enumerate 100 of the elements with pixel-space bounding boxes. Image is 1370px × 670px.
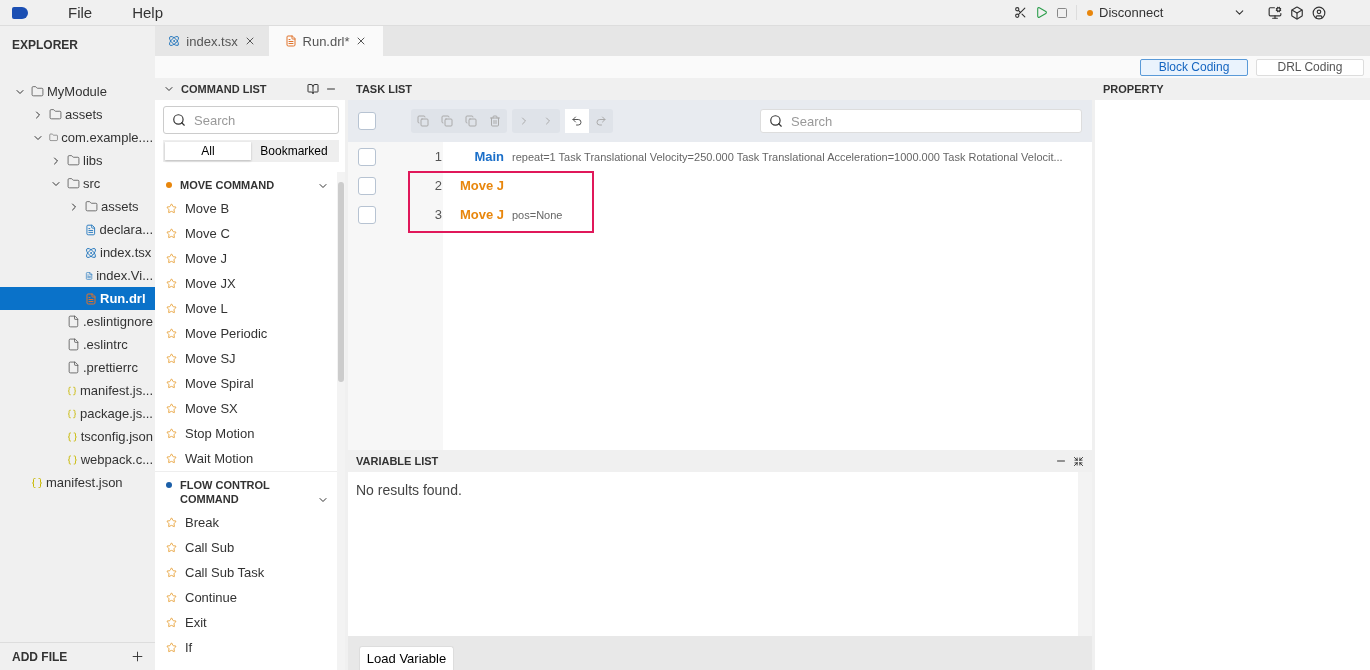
star-icon[interactable] (166, 592, 177, 603)
command-name[interactable]: Main (448, 149, 504, 164)
folder-icon (85, 200, 98, 213)
tree-item[interactable]: libs (0, 149, 155, 172)
star-icon[interactable] (166, 403, 177, 414)
cube-icon[interactable] (1290, 5, 1304, 20)
star-icon[interactable] (166, 617, 177, 628)
folder-icon (31, 85, 44, 98)
checkbox[interactable] (358, 205, 376, 224)
menu-item[interactable]: Help (92, 4, 164, 21)
star-icon[interactable] (166, 642, 177, 653)
command-item[interactable]: Move B (155, 196, 337, 221)
command-item[interactable]: Call Sub (155, 535, 337, 560)
file-icon (67, 338, 80, 351)
mode-toggle[interactable]: DRL Coding (1256, 58, 1364, 76)
command-item[interactable]: Move JX (155, 271, 337, 296)
editor-tab[interactable]: Run.drl* (269, 26, 383, 56)
checkbox[interactable] (358, 176, 376, 195)
tree-item[interactable]: assets (0, 195, 155, 218)
star-icon[interactable] (166, 253, 177, 264)
tree-item[interactable]: .eslintrc (0, 333, 155, 356)
monitor-settings-icon[interactable] (1268, 5, 1282, 20)
braces-icon (67, 453, 78, 466)
command-item[interactable]: Call Sub Task (155, 560, 337, 585)
tree-item[interactable]: package.js... (0, 402, 155, 425)
star-icon[interactable] (166, 453, 177, 464)
command-item[interactable]: Move Periodic (155, 321, 337, 346)
stop-icon[interactable] (1056, 6, 1068, 19)
command-item[interactable]: Continue (155, 585, 337, 610)
star-icon[interactable] (166, 328, 177, 339)
tree-item[interactable]: .prettierrc (0, 356, 155, 379)
command-item[interactable]: Break (155, 510, 337, 535)
star-icon[interactable] (166, 378, 177, 389)
search-field[interactable]: Search (163, 106, 339, 134)
tree-item[interactable]: com.example.... (0, 126, 155, 149)
load-variable-button[interactable]: Load Variable (359, 646, 454, 670)
category-title: MOVE COMMAND (180, 178, 276, 192)
tree-item[interactable]: declara... (0, 218, 155, 241)
star-icon[interactable] (166, 428, 177, 439)
tree-item[interactable]: assets (0, 103, 155, 126)
command-item[interactable]: Move C (155, 221, 337, 246)
search-input[interactable]: Search (789, 112, 1073, 130)
tree-item[interactable]: manifest.json (0, 471, 155, 494)
tree-item[interactable]: manifest.js... (0, 379, 155, 402)
undo-button[interactable] (565, 109, 589, 133)
add-icon[interactable] (130, 649, 145, 664)
scrollbar[interactable] (337, 172, 345, 670)
search-icon (172, 113, 186, 127)
star-icon[interactable] (166, 203, 177, 214)
copy-icon (417, 115, 429, 127)
command-item[interactable]: Move L (155, 296, 337, 321)
command-item[interactable]: If (155, 635, 337, 660)
play-icon[interactable] (1035, 6, 1048, 19)
restore-icon[interactable] (1073, 455, 1084, 467)
braces-icon (67, 384, 78, 397)
tree-item[interactable]: src (0, 172, 155, 195)
star-icon[interactable] (166, 228, 177, 239)
command-item[interactable]: Move J (155, 246, 337, 271)
document-file-icon (284, 35, 297, 47)
star-icon[interactable] (166, 278, 177, 289)
editor-tab[interactable]: index.tsx (155, 26, 269, 56)
command-params: pos=None (511, 208, 563, 221)
tree-item[interactable]: .eslintignore (0, 310, 155, 333)
line-number: 1 (433, 149, 443, 164)
command-item[interactable]: Exit (155, 610, 337, 635)
command-item[interactable]: Wait Motion (155, 446, 337, 471)
book-icon[interactable] (307, 83, 319, 95)
tree-item[interactable]: Run.drl (0, 287, 155, 310)
tree-item[interactable]: MyModule (0, 80, 155, 103)
star-icon[interactable] (166, 567, 177, 578)
connection-dropdown[interactable]: Disconnect (1076, 5, 1246, 20)
star-icon[interactable] (166, 542, 177, 553)
filter-tab[interactable]: All (165, 142, 251, 160)
star-icon[interactable] (166, 303, 177, 314)
search-field[interactable]: Search (760, 109, 1082, 133)
command-item[interactable]: Move Spiral (155, 371, 337, 396)
category-title: FLOW CONTROL COMMAND (180, 478, 271, 506)
user-icon[interactable] (1312, 5, 1326, 20)
menu-item[interactable]: File (28, 4, 93, 21)
trash-icon (489, 115, 501, 127)
command-item[interactable]: Stop Motion (155, 421, 337, 446)
checkbox[interactable] (358, 147, 376, 166)
tree-item[interactable]: index.tsx (0, 241, 155, 264)
filter-tab[interactable]: Bookmarked (251, 142, 337, 160)
tree-item[interactable]: index.Vi... (0, 264, 155, 287)
command-item[interactable]: Move SJ (155, 346, 337, 371)
status-dot (1087, 9, 1093, 16)
checkbox[interactable] (358, 112, 376, 130)
command-params: repeat=1 Task Translational Velocity=250.000 Task Translational Acceleration=1000.000 Task Rotational Velocit... (511, 150, 1063, 163)
empty-message: No results found. (355, 481, 463, 500)
tree-item[interactable]: tsconfig.json (0, 425, 155, 448)
braces-icon (67, 407, 77, 420)
tree-item[interactable]: webpack.c... (0, 448, 155, 471)
star-icon[interactable] (166, 353, 177, 364)
star-icon[interactable] (166, 517, 177, 528)
panel-title: COMMAND LIST (181, 83, 268, 95)
search-input[interactable]: Search (192, 111, 330, 129)
command-item[interactable]: Move SX (155, 396, 337, 421)
document-file-icon (85, 292, 97, 305)
mode-toggle[interactable]: Block Coding (1140, 58, 1248, 76)
